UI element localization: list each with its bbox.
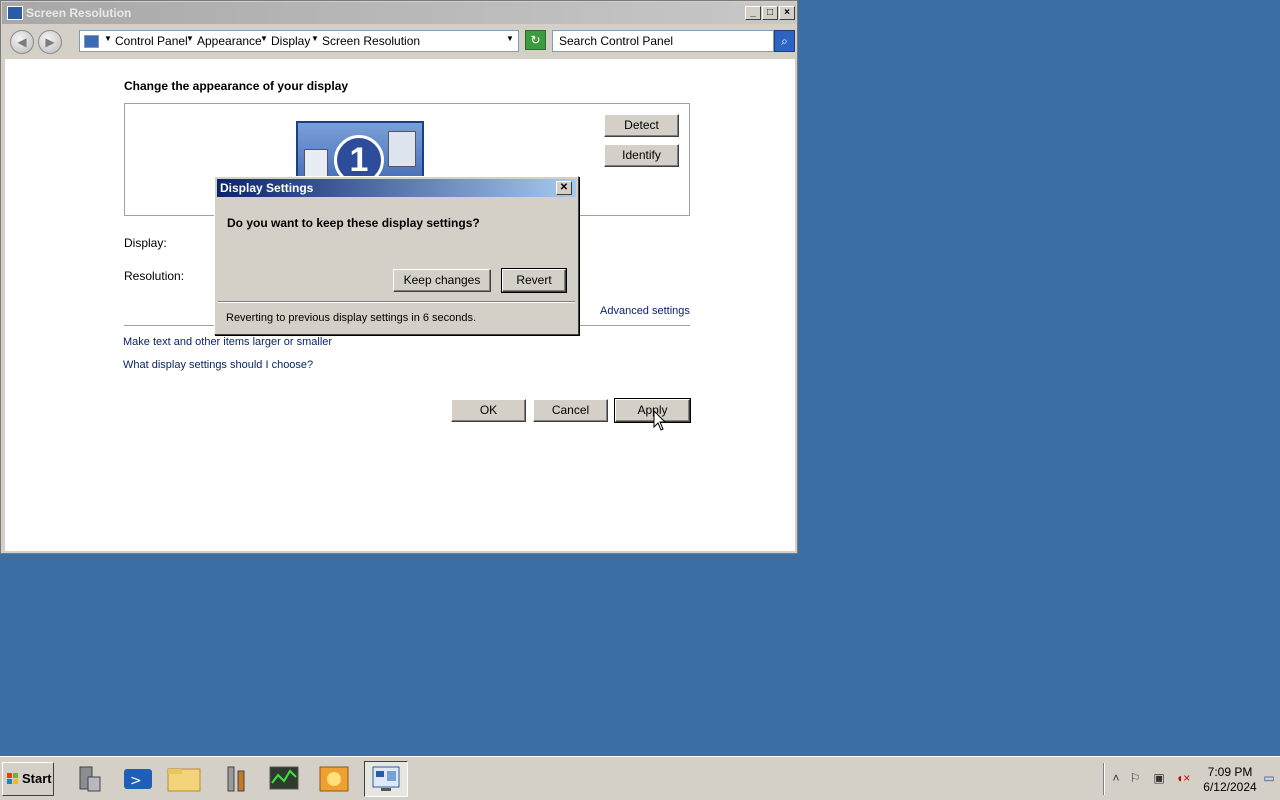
clock-time: 7:09 PM bbox=[1207, 765, 1253, 779]
minimize-button[interactable]: _ bbox=[745, 6, 761, 20]
media-icon[interactable] bbox=[312, 761, 356, 797]
revert-countdown-text: Reverting to previous display settings i… bbox=[226, 312, 477, 324]
identify-button[interactable]: Identify bbox=[604, 144, 679, 167]
breadcrumb-display[interactable]: Display bbox=[271, 34, 310, 48]
show-desktop-icon[interactable]: ▭ bbox=[1262, 771, 1276, 785]
cancel-button[interactable]: Cancel bbox=[533, 399, 608, 422]
show-hidden-icons-icon[interactable]: ˄ bbox=[1109, 771, 1123, 785]
control-panel-icon[interactable] bbox=[364, 761, 408, 797]
window-thumbnail bbox=[388, 131, 416, 167]
address-dropdown-icon[interactable]: ▼ bbox=[506, 34, 514, 43]
chevron-down-icon[interactable]: ▼ bbox=[186, 34, 194, 43]
detect-button[interactable]: Detect bbox=[604, 114, 679, 137]
breadcrumb-screen-resolution[interactable]: Screen Resolution bbox=[322, 34, 420, 48]
search-input[interactable]: Search Control Panel bbox=[552, 30, 774, 52]
search-icon[interactable]: ⌕ bbox=[774, 30, 795, 52]
forward-button[interactable]: ▶ bbox=[38, 30, 62, 54]
display-help-link[interactable]: What display settings should I choose? bbox=[123, 359, 313, 371]
mouse-cursor-icon bbox=[653, 410, 667, 431]
display-settings-dialog: Display Settings ✕ Do you want to keep t… bbox=[214, 176, 579, 335]
explorer-icon[interactable] bbox=[162, 761, 206, 797]
dialog-question: Do you want to keep these display settin… bbox=[227, 216, 480, 230]
breadcrumb-appearance[interactable]: Appearance bbox=[197, 34, 262, 48]
network-icon[interactable]: ▣ bbox=[1152, 771, 1166, 785]
dialog-title: Display Settings bbox=[220, 181, 314, 195]
task-manager-icon[interactable] bbox=[262, 761, 306, 797]
window-title: Screen Resolution bbox=[26, 6, 132, 20]
clock-date: 6/12/2024 bbox=[1203, 780, 1257, 794]
dialog-close-button[interactable]: ✕ bbox=[556, 181, 572, 195]
chevron-down-icon[interactable]: ▼ bbox=[311, 34, 319, 43]
control-panel-icon bbox=[84, 35, 99, 48]
address-bar[interactable]: ▼ Control Panel ▼ Appearance ▼ Display ▼… bbox=[79, 30, 519, 52]
start-label: Start bbox=[22, 771, 52, 786]
maximize-button[interactable]: □ bbox=[762, 6, 778, 20]
windows-logo-icon bbox=[7, 773, 19, 785]
tray-divider bbox=[1103, 763, 1105, 795]
taskbar: Start > ˄ ⚐ ▣ ◖× 7:09 PM 6/12/2024 ▭ bbox=[0, 756, 1280, 800]
control-panel-icon bbox=[7, 6, 23, 20]
window-titlebar[interactable]: Screen Resolution _ □ × bbox=[2, 2, 796, 24]
start-button[interactable]: Start bbox=[2, 762, 54, 796]
address-toolbar: ◀ ▶ ▼ Control Panel ▼ Appearance ▼ Displ… bbox=[2, 25, 796, 59]
text-size-link[interactable]: Make text and other items larger or smal… bbox=[123, 336, 332, 348]
resolution-label: Resolution: bbox=[124, 269, 185, 283]
dialog-divider bbox=[218, 301, 575, 303]
revert-button[interactable]: Revert bbox=[501, 268, 567, 293]
tools-icon[interactable] bbox=[214, 761, 258, 797]
server-manager-icon[interactable] bbox=[66, 761, 110, 797]
clock[interactable]: 7:09 PM 6/12/2024 bbox=[1196, 765, 1264, 795]
ok-button[interactable]: OK bbox=[451, 399, 526, 422]
back-button[interactable]: ◀ bbox=[10, 30, 34, 54]
svg-text:>: > bbox=[130, 773, 142, 789]
refresh-icon[interactable]: ↻ bbox=[525, 30, 546, 50]
dialog-titlebar[interactable]: Display Settings ✕ bbox=[217, 179, 576, 197]
breadcrumb-control-panel[interactable]: Control Panel bbox=[115, 34, 188, 48]
volume-muted-icon[interactable]: ◖× bbox=[1176, 771, 1190, 785]
page-title: Change the appearance of your display bbox=[124, 79, 349, 93]
action-center-flag-icon[interactable]: ⚐ bbox=[1128, 771, 1142, 785]
powershell-icon[interactable]: > bbox=[116, 761, 160, 797]
display-label: Display: bbox=[124, 236, 167, 250]
close-button[interactable]: × bbox=[779, 6, 795, 20]
chevron-down-icon[interactable]: ▼ bbox=[260, 34, 268, 43]
keep-changes-button[interactable]: Keep changes bbox=[393, 269, 491, 292]
chevron-down-icon[interactable]: ▼ bbox=[104, 34, 112, 43]
advanced-settings-link[interactable]: Advanced settings bbox=[600, 305, 690, 317]
